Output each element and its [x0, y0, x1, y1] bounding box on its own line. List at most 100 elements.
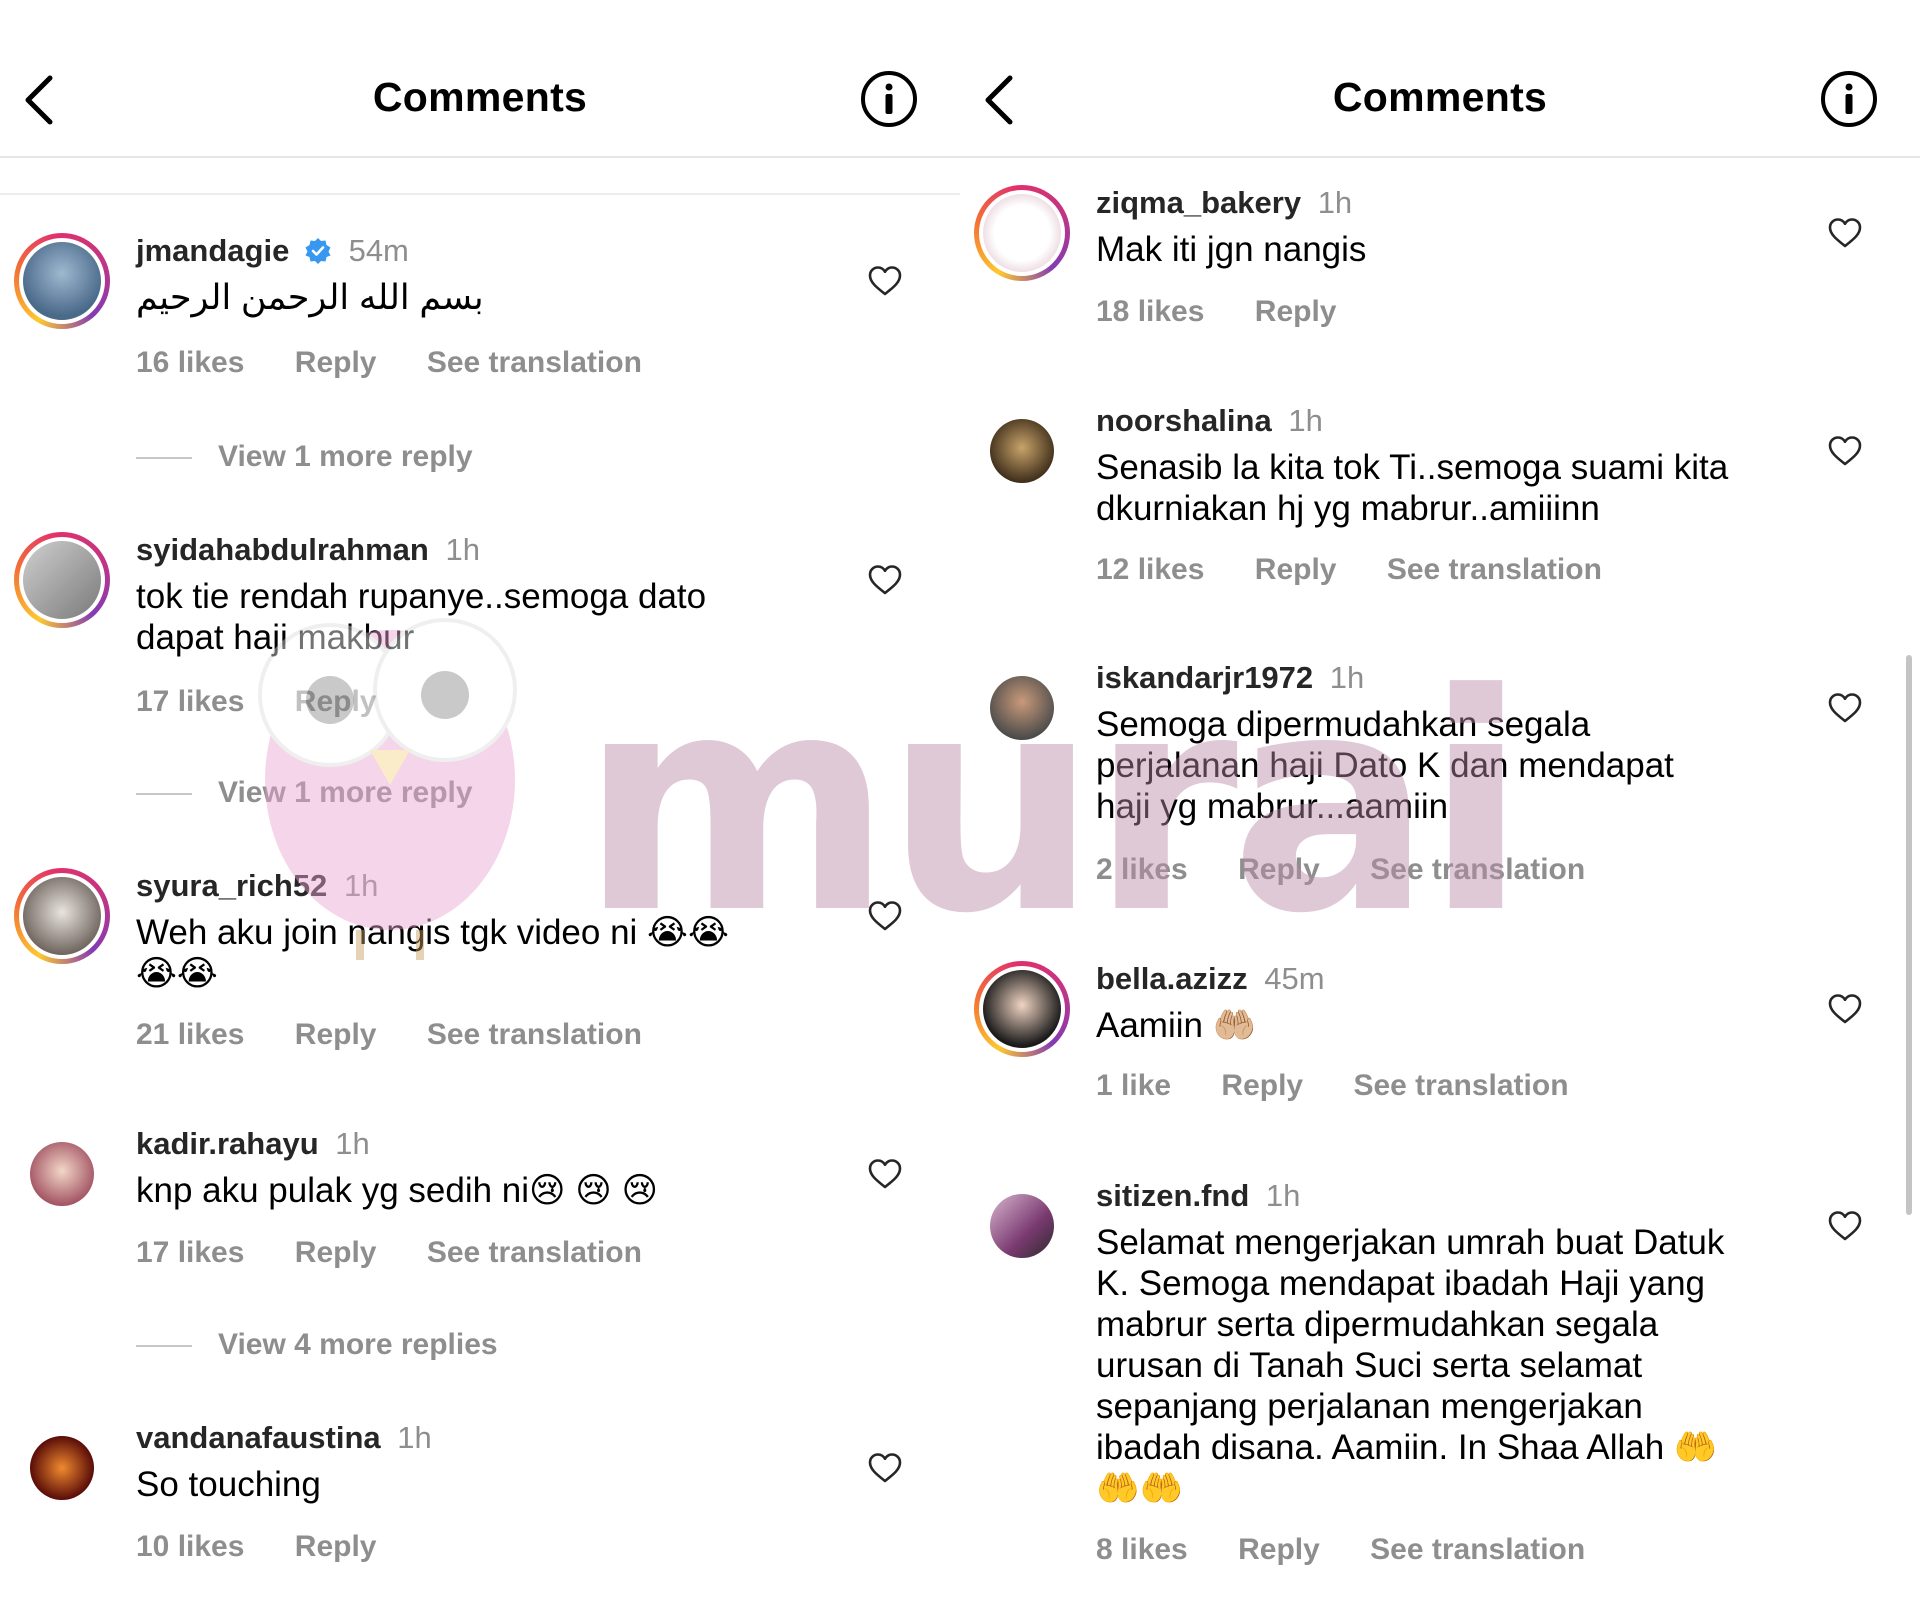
info-icon [861, 71, 917, 127]
header: Comments [0, 0, 960, 158]
username[interactable]: syura_rich52 [136, 868, 327, 903]
see-translation-button[interactable]: See translation [1353, 1069, 1568, 1102]
likes-count[interactable]: 8 likes [1096, 1533, 1188, 1566]
comment-text: Aamiin 🤲🏼 [1096, 1006, 1257, 1045]
avatar[interactable] [14, 233, 110, 329]
like-button[interactable] [868, 900, 902, 932]
verified-badge-icon [305, 238, 331, 264]
like-button[interactable] [868, 265, 902, 297]
like-button[interactable] [868, 564, 902, 596]
heart-icon [1828, 693, 1862, 723]
avatar[interactable] [14, 532, 110, 628]
heart-icon [868, 1453, 902, 1483]
heart-icon [868, 565, 902, 595]
see-translation-button[interactable]: See translation [427, 346, 642, 379]
avatar[interactable] [14, 1420, 110, 1516]
timestamp: 1h [445, 532, 480, 567]
username[interactable]: sitizen.fnd [1096, 1178, 1249, 1213]
divider [0, 193, 960, 195]
header: Comments [960, 0, 1920, 158]
info-icon [1821, 71, 1877, 127]
reply-button[interactable]: Reply [1238, 853, 1320, 886]
avatar[interactable] [974, 1178, 1070, 1274]
username[interactable]: vandanafaustina [136, 1420, 381, 1455]
comment-text: So touching [136, 1465, 321, 1504]
reply-button[interactable]: Reply [295, 1530, 377, 1563]
comment-text: Senasib la kita tok Ti..semoga suami kit… [1096, 448, 1729, 528]
reply-button[interactable]: Reply [1255, 553, 1337, 586]
likes-count[interactable]: 18 likes [1096, 295, 1204, 328]
heart-icon [868, 1159, 902, 1189]
comment-text: Semoga dipermudahkan segala perjalanan h… [1096, 705, 1674, 826]
reply-button[interactable]: Reply [1238, 1533, 1320, 1566]
timestamp: 1h [1265, 1178, 1301, 1213]
likes-count[interactable]: 16 likes [136, 346, 244, 379]
see-translation-button[interactable]: See translation [1370, 1533, 1585, 1566]
username[interactable]: bella.azizz [1096, 961, 1248, 996]
username[interactable]: noorshalina [1096, 403, 1272, 438]
reply-button[interactable]: Reply [295, 346, 377, 379]
username[interactable]: ziqma_bakery [1096, 185, 1301, 220]
timestamp: 1h [397, 1420, 432, 1455]
likes-count[interactable]: 10 likes [136, 1530, 244, 1563]
info-button[interactable] [1820, 70, 1878, 128]
see-translation-button[interactable]: See translation [1387, 553, 1602, 586]
see-translation-button[interactable]: See translation [427, 1018, 642, 1051]
like-button[interactable] [1828, 435, 1862, 467]
username[interactable]: iskandarjr1972 [1096, 660, 1313, 695]
page-title: Comments [1332, 74, 1548, 120]
comment-text: Weh aku join nangis tgk video ni 😭😭 😭😭 [136, 913, 729, 993]
heart-icon [1828, 994, 1862, 1024]
reply-button[interactable]: Reply [1221, 1069, 1303, 1102]
likes-count[interactable]: 2 likes [1096, 853, 1188, 886]
right-comments-screen: Comments ziqma_bakery 1h Mak iti jgn nan… [960, 0, 1920, 1615]
like-button[interactable] [868, 1158, 902, 1190]
see-translation-button[interactable]: See translation [1370, 853, 1585, 886]
info-button[interactable] [860, 70, 918, 128]
avatar[interactable] [974, 185, 1070, 281]
scrollbar[interactable] [1906, 655, 1912, 1215]
likes-count[interactable]: 17 likes [136, 685, 244, 718]
heart-icon [868, 901, 902, 931]
timestamp: 1h [1288, 403, 1323, 438]
reply-button[interactable]: Reply [1255, 295, 1337, 328]
comment-text: knp aku pulak yg sedih ni😢 😢 😢 [136, 1171, 658, 1210]
view-more-replies[interactable]: View 4 more replies [136, 1328, 498, 1362]
view-more-replies[interactable]: View 1 more reply [136, 776, 473, 810]
timestamp: 1h [1317, 185, 1353, 220]
heart-icon [1828, 218, 1862, 248]
timestamp: 45m [1264, 961, 1325, 996]
view-more-replies[interactable]: View 1 more reply [136, 440, 473, 474]
like-button[interactable] [1828, 1210, 1862, 1242]
like-button[interactable] [1828, 993, 1862, 1025]
avatar[interactable] [974, 961, 1070, 1057]
timestamp: 1h [1329, 660, 1365, 695]
username[interactable]: syidahabdulrahman [136, 532, 429, 567]
likes-count[interactable]: 1 like [1096, 1069, 1171, 1102]
username[interactable]: jmandagie [136, 233, 289, 268]
page-title: Comments [372, 74, 588, 120]
heart-icon [1828, 1211, 1862, 1241]
avatar[interactable] [14, 1126, 110, 1222]
avatar[interactable] [14, 868, 110, 964]
username[interactable]: kadir.rahayu [136, 1126, 319, 1161]
reply-button[interactable]: Reply [295, 1236, 377, 1269]
left-comments-screen: Comments jmandagie 54m بسم الله الرحمن ا… [0, 0, 960, 1615]
heart-icon [1828, 436, 1862, 466]
like-button[interactable] [868, 1452, 902, 1484]
reply-button[interactable]: Reply [295, 1018, 377, 1051]
avatar[interactable] [974, 403, 1070, 499]
avatar[interactable] [974, 660, 1070, 756]
heart-icon [868, 266, 902, 296]
comment-text: بسم الله الرحمن الرحيم [136, 278, 484, 317]
like-button[interactable] [1828, 217, 1862, 249]
comment-text: Mak iti jgn nangis [1096, 230, 1367, 269]
likes-count[interactable]: 21 likes [136, 1018, 244, 1051]
reply-button[interactable]: Reply [295, 685, 377, 718]
timestamp: 54m [348, 233, 409, 268]
likes-count[interactable]: 17 likes [136, 1236, 244, 1269]
timestamp: 1h [335, 1126, 370, 1161]
like-button[interactable] [1828, 692, 1862, 724]
see-translation-button[interactable]: See translation [427, 1236, 642, 1269]
likes-count[interactable]: 12 likes [1096, 553, 1204, 586]
